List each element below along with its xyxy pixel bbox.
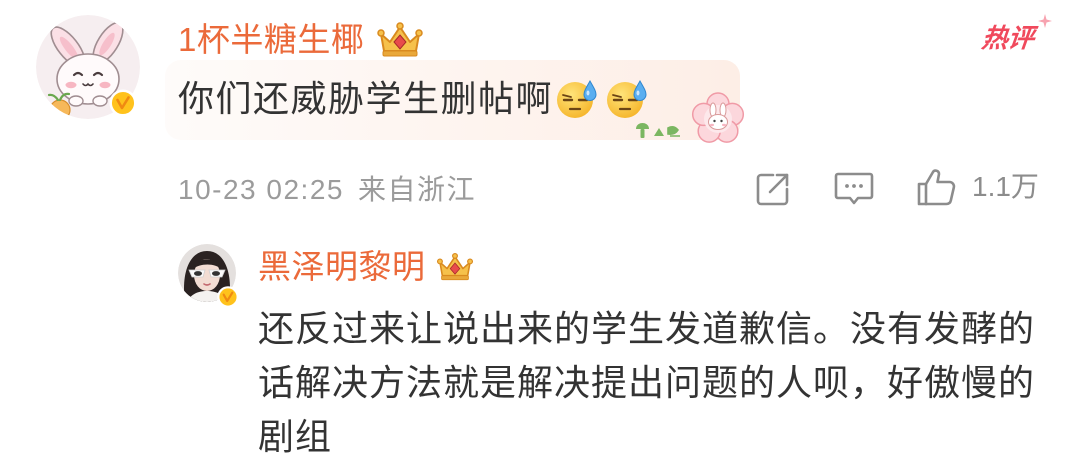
sparkle-icon xyxy=(1038,14,1052,28)
comment-location: 来自浙江 xyxy=(357,174,476,205)
reply-content[interactable]: 还反过来让说出来的学生发道歉信。没有发酵的 话解决方法就是解决提出问题的人呗，好… xyxy=(258,309,1035,457)
sweat-face-emoji xyxy=(557,79,597,118)
like-button[interactable]: 1.1万 xyxy=(916,166,1039,208)
hot-comment-badge: 热评 xyxy=(978,14,1058,60)
reply-username[interactable]: 黑泽明黎明 xyxy=(258,247,426,287)
verified-v-icon xyxy=(217,286,239,308)
comment-author-row: 1杯半糖生椰 xyxy=(178,18,424,62)
flower-bunny-sticker xyxy=(636,92,745,143)
reply-text-line: 还反过来让说出来的学生发道歉信。没有发酵的 xyxy=(258,308,1036,349)
reply-author-row: 黑泽明黎明 xyxy=(258,246,474,288)
crown-icon[interactable] xyxy=(376,21,424,59)
comment-meta: 10-23 02:25 来自浙江 xyxy=(178,172,476,208)
reply-text-line: 剧组 xyxy=(258,416,333,457)
hot-comment-label: 热评 xyxy=(980,23,1036,53)
thumbs-up-icon[interactable] xyxy=(916,167,956,207)
comment-username[interactable]: 1杯半糖生椰 xyxy=(178,20,364,60)
like-count[interactable]: 1.1万 xyxy=(972,169,1039,205)
verified-v-icon xyxy=(109,89,137,117)
crown-icon[interactable] xyxy=(436,251,474,283)
comment-timestamp: 10-23 02:25 xyxy=(178,174,344,205)
comment-text: 你们还威胁学生删帖啊 xyxy=(178,78,554,119)
repost-icon[interactable] xyxy=(754,170,792,208)
comment-content[interactable]: 你们还威胁学生删帖啊 xyxy=(178,77,647,121)
comment-icon[interactable] xyxy=(834,171,874,207)
reply-text-line: 话解决方法就是解决提出问题的人呗，好傲慢的 xyxy=(258,362,1036,403)
